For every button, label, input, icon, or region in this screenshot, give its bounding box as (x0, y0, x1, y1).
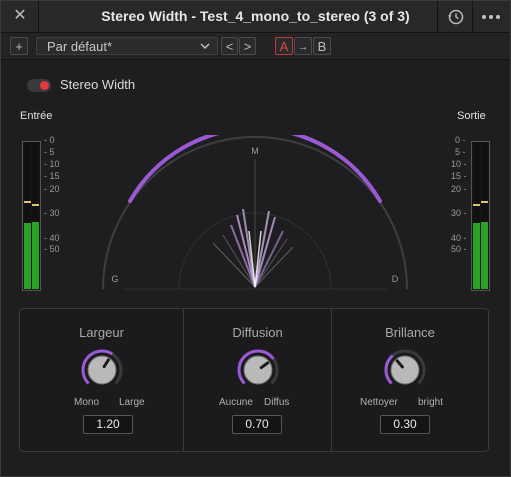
brilliance-value-field[interactable]: 0.30 (380, 415, 430, 434)
control-max-label: Large (119, 397, 145, 408)
right-channel-label: D (392, 274, 399, 284)
scale-tick: 50 (49, 244, 60, 254)
diffusion-value-field[interactable]: 0.70 (232, 415, 282, 434)
scale-tick: 5 (455, 147, 461, 157)
history-icon[interactable] (445, 6, 467, 28)
output-meter (471, 141, 490, 291)
width-knob[interactable] (79, 347, 125, 393)
title-divider (472, 1, 473, 32)
scale-tick: 20 (451, 184, 462, 194)
chevron-down-icon (200, 43, 210, 50)
title-divider (437, 1, 438, 32)
enable-indicator (40, 81, 49, 90)
diffusion-control: Diffusion Aucune Diffus 0.70 (184, 309, 331, 451)
brilliance-knob[interactable] (382, 347, 428, 393)
meter-peak (481, 201, 488, 203)
knob-body (243, 355, 273, 385)
control-max-label: Diffus (264, 397, 290, 408)
plugin-window: ✕ Stereo Width - Test_4_mono_to_stereo (… (0, 0, 511, 477)
preset-bar: + Par défaut* < > A → B (1, 33, 510, 60)
previous-preset-button[interactable]: < (221, 37, 238, 55)
scale-tick: 15 (451, 171, 462, 181)
scale-tick: 30 (451, 208, 462, 218)
scale-tick: 30 (49, 208, 60, 218)
scale-tick: 5 (49, 147, 55, 157)
scale-tick: 0 (49, 135, 55, 145)
meter-peak (473, 204, 480, 206)
scale-tick: 40 (49, 233, 60, 243)
input-meter-scale: - 0 - 5 - 10 - 15 - 20 - 30 - 40 - 50 (44, 135, 60, 254)
output-meter-label: Sortie (457, 110, 486, 122)
width-value-field[interactable]: 1.20 (83, 415, 133, 434)
meter-channel-right (32, 143, 39, 289)
plugin-name-label: Stereo Width (60, 77, 136, 92)
scale-tick: 15 (49, 171, 60, 181)
preset-dropdown[interactable]: Par défaut* (36, 37, 218, 55)
control-name: Diffusion (232, 325, 283, 340)
next-preset-button[interactable]: > (239, 37, 256, 55)
close-icon[interactable]: ✕ (10, 6, 30, 26)
meter-channel-left (473, 143, 480, 289)
width-control: Largeur Mono Large 1.20 (20, 309, 183, 451)
window-title: Stereo Width - Test_4_mono_to_stereo (3 … (101, 8, 410, 24)
control-min-label: Nettoyer (360, 397, 398, 408)
knob-body (390, 355, 420, 385)
control-name: Largeur (79, 325, 124, 340)
scale-tick: 10 (451, 159, 462, 169)
plugin-body: Stereo Width Entrée - 0 - 5 - 10 - 15 - … (1, 60, 510, 476)
compare-a-button[interactable]: A (275, 37, 293, 55)
control-min-label: Aucune (219, 397, 253, 408)
scale-tick: 10 (49, 159, 60, 169)
controls-panel: Largeur Mono Large 1.20 Diffusion Aucune… (19, 308, 489, 452)
compare-b-button[interactable]: B (313, 37, 331, 55)
brilliance-control: Brillance Nettoyer bright 0.30 (332, 309, 488, 451)
scale-tick: 0 (455, 135, 461, 145)
input-meter (22, 141, 41, 291)
knob-body (87, 355, 117, 385)
title-bar: ✕ Stereo Width - Test_4_mono_to_stereo (… (1, 1, 510, 33)
scale-tick: 20 (49, 184, 60, 194)
meter-channel-left (24, 143, 31, 289)
scale-tick: 50 (451, 244, 462, 254)
mid-label: M (251, 146, 259, 156)
meter-peak (32, 204, 39, 206)
copy-a-to-b-button[interactable]: → (294, 37, 312, 55)
meter-level (24, 223, 31, 289)
preset-value: Par défaut* (47, 39, 113, 54)
meter-level (473, 223, 480, 289)
title-divider (38, 1, 39, 32)
enable-toggle[interactable] (27, 79, 51, 92)
meter-level (32, 222, 39, 289)
goniometer: M G D (102, 135, 408, 290)
stereo-image-trace (212, 208, 294, 288)
meter-peak (24, 201, 31, 203)
more-icon[interactable] (479, 6, 503, 28)
control-name: Brillance (385, 325, 435, 340)
control-min-label: Mono (74, 397, 100, 408)
scale-tick: 40 (451, 233, 462, 243)
diffusion-knob[interactable] (235, 347, 281, 393)
add-preset-button[interactable]: + (10, 37, 28, 55)
left-channel-label: G (111, 274, 118, 284)
input-meter-label: Entrée (20, 110, 53, 122)
meter-channel-right (481, 143, 488, 289)
control-max-label: bright (418, 397, 444, 408)
meter-level (481, 222, 488, 289)
